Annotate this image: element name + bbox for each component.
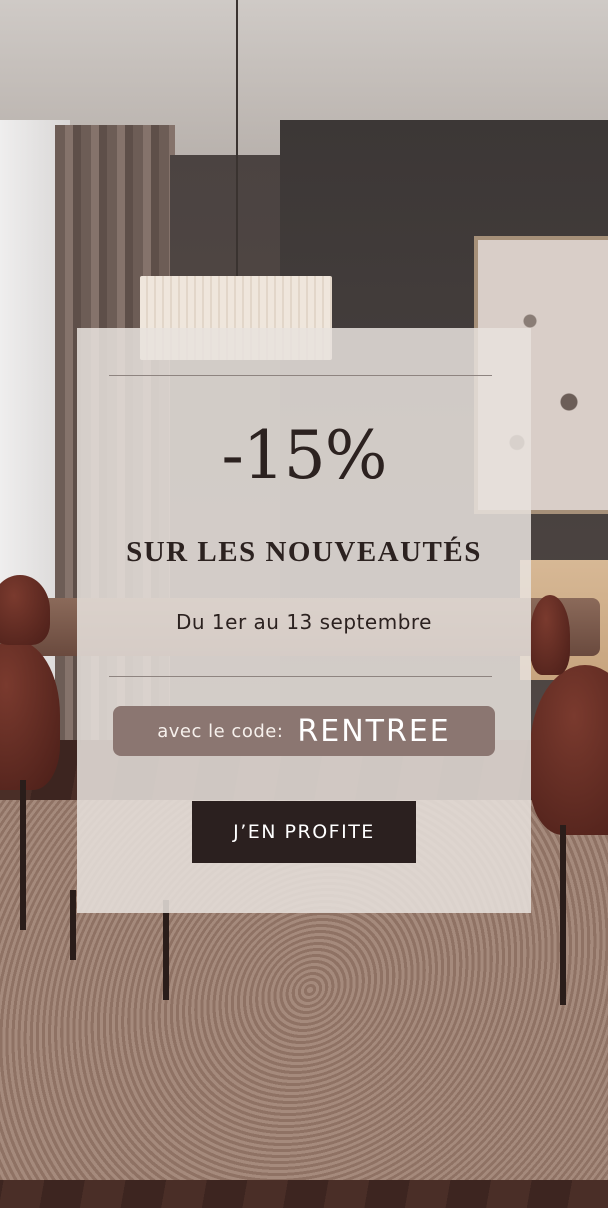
cta-button[interactable]: J’EN PROFITE	[192, 801, 416, 863]
promo-dates: Du 1er au 13 septembre	[176, 610, 432, 634]
promo-code-box: avec le code: RENTREE	[113, 706, 495, 756]
chair-leg	[163, 900, 169, 1000]
chair-leg	[70, 890, 76, 960]
code-label: avec le code:	[157, 720, 284, 742]
lamp-cord	[236, 0, 238, 276]
discount-value: -15%	[221, 417, 388, 494]
chair-leg	[560, 825, 566, 1005]
divider	[109, 375, 492, 376]
chair	[530, 595, 570, 675]
promo-banner: -15% SUR LES NOUVEAUTÉS Du 1er au 13 sep…	[0, 0, 608, 1208]
promo-headline: SUR LES NOUVEAUTÉS	[126, 536, 482, 568]
promo-card: -15% SUR LES NOUVEAUTÉS Du 1er au 13 sep…	[77, 328, 531, 913]
divider	[109, 676, 492, 677]
chair-leg	[20, 780, 26, 930]
promo-code: RENTREE	[297, 713, 451, 749]
